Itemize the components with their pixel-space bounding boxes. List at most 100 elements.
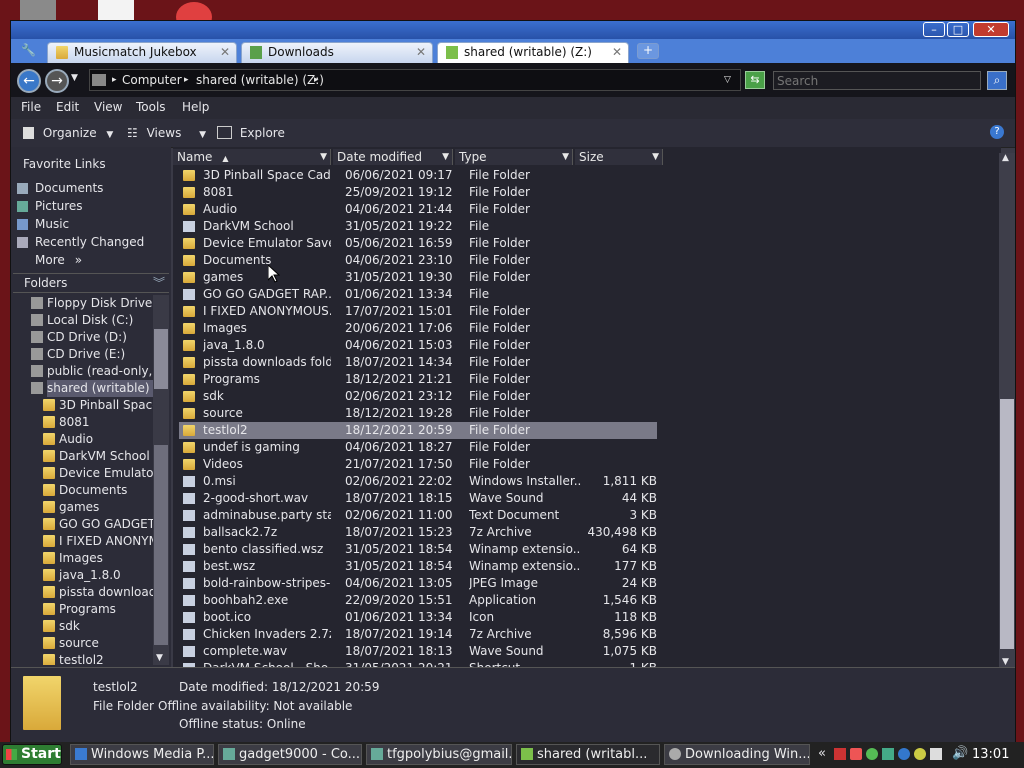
tree-item[interactable]: DarkVM School [43, 448, 153, 465]
tree-item[interactable]: source [43, 635, 153, 652]
breadcrumb-shared[interactable]: shared (writable) (Z:) [196, 70, 324, 90]
tray-expand-icon[interactable]: « [818, 746, 826, 761]
menu-file[interactable]: File [21, 100, 41, 114]
file-row[interactable]: Images 20/06/2021 17:06 File Folder [179, 320, 657, 337]
file-row[interactable]: Programs 18/12/2021 21:21 File Folder [179, 371, 657, 388]
organize-button[interactable]: Organize ▼ [23, 126, 113, 140]
taskbar-windows-media-player[interactable]: Windows Media P... [70, 744, 214, 765]
tree-item[interactable]: games [43, 499, 153, 516]
favorite-recently-changed[interactable]: Recently Changed [17, 235, 144, 249]
chevron-down-icon[interactable]: ▼ [562, 149, 569, 165]
file-row[interactable]: 2-good-short.wav 18/07/2021 18:15 Wave Sou… [179, 490, 657, 507]
column-name[interactable]: Name ▲ ▼ [173, 149, 331, 165]
search-button[interactable]: ⌕ [987, 71, 1007, 90]
file-row[interactable]: I FIXED ANONYMOUS... 17/07/2021 15:01 File… [179, 303, 657, 320]
file-row[interactable]: boohbah2.exe 22/09/2020 15:51 Application 1… [179, 592, 657, 609]
tab-downloads[interactable]: Downloads ✕ [241, 42, 433, 63]
file-row[interactable]: 8081 25/09/2021 19:12 File Folder [179, 184, 657, 201]
file-row[interactable]: Videos 21/07/2021 17:50 File Folder [179, 456, 657, 473]
tree-scrollbar[interactable]: ▼ [153, 295, 169, 665]
favorite-music[interactable]: Music [17, 217, 69, 231]
file-row[interactable]: testlol2 18/12/2021 20:59 File Folder [179, 422, 657, 439]
tree-scrollbar-thumb[interactable] [154, 329, 168, 389]
tree-item[interactable]: Programs [43, 601, 153, 618]
file-list-scrollbar[interactable]: ▲ ▼ [999, 153, 1015, 667]
breadcrumb-separator-icon[interactable]: ▸ [112, 70, 117, 90]
views-button[interactable]: ☷ Views ▼ [127, 126, 206, 140]
tree-item[interactable]: 8081 [43, 414, 153, 431]
address-dropdown-icon[interactable]: ▽ [724, 70, 731, 90]
start-button[interactable]: Start [2, 744, 62, 765]
back-button[interactable]: ← [17, 69, 41, 93]
refresh-button[interactable]: ⇆ [745, 71, 765, 89]
file-row[interactable]: games 31/05/2021 19:30 File Folder [179, 269, 657, 286]
tray-network-icon[interactable] [882, 748, 894, 760]
file-row[interactable]: sdk 02/06/2021 23:12 File Folder [179, 388, 657, 405]
breadcrumb-computer[interactable]: Computer [122, 70, 182, 90]
menu-edit[interactable]: Edit [56, 100, 79, 114]
tab-shared-writable[interactable]: shared (writable) (Z:) ✕ [437, 42, 629, 63]
file-row[interactable]: 0.msi 02/06/2021 22:02 Windows Installer..… [179, 473, 657, 490]
tree-item[interactable]: java_1.8.0 [43, 567, 153, 584]
tree-item[interactable]: pissta downloads [43, 584, 153, 601]
tab-musicmatch-jukebox[interactable]: Musicmatch Jukebox ✕ [47, 42, 237, 63]
file-row[interactable]: Chicken Invaders 2.7z 18/07/2021 19:14 7z … [179, 626, 657, 643]
file-row[interactable]: DarkVM School - Sho... 31/05/2021 20:21 Sh… [179, 660, 657, 667]
help-icon[interactable]: ? [990, 125, 1004, 139]
column-date-modified[interactable]: Date modified ▼ [333, 149, 453, 165]
file-row[interactable]: Documents 04/06/2021 23:10 File Folder [179, 252, 657, 269]
close-tab-icon[interactable]: ✕ [612, 43, 622, 62]
tree-item[interactable]: Device Emulator [43, 465, 153, 482]
tree-item[interactable]: Local Disk (C:) [31, 312, 153, 329]
close-tab-icon[interactable]: ✕ [416, 43, 426, 62]
chevron-down-icon[interactable]: ▼ [652, 149, 659, 165]
column-type[interactable]: Type ▼ [455, 149, 573, 165]
close-button[interactable]: ✕ [973, 22, 1009, 37]
tree-item[interactable]: sdk [43, 618, 153, 635]
taskbar-shared-writable[interactable]: shared (writabl... [516, 744, 660, 765]
tree-scrollbar-thumb-lower[interactable] [154, 445, 168, 645]
tree-item[interactable]: Images [43, 550, 153, 567]
tree-item[interactable]: CD Drive (E:) [31, 346, 153, 363]
scroll-down-icon[interactable]: ▼ [1002, 657, 1009, 667]
chevron-down-icon[interactable]: ︾ [153, 274, 165, 292]
file-row[interactable]: 3D Pinball Space Cadet 06/06/2021 09:17 Fi… [179, 167, 657, 184]
tree-item[interactable]: I FIXED ANONYM [43, 533, 153, 550]
close-tab-icon[interactable]: ✕ [220, 43, 230, 62]
tray-volume-icon[interactable]: 🔊 [952, 746, 968, 761]
breadcrumb-separator-icon[interactable]: ▸ [314, 70, 319, 90]
explore-button[interactable]: Explore [217, 126, 285, 140]
scroll-down-icon[interactable]: ▼ [156, 653, 163, 663]
file-row[interactable]: DarkVM School 31/05/2021 19:22 File [179, 218, 657, 235]
tree-item[interactable]: GO GO GADGET [43, 516, 153, 533]
tree-item[interactable]: Audio [43, 431, 153, 448]
favorite-more[interactable]: More» [35, 253, 82, 267]
file-row[interactable]: pissta downloads folder 18/07/2021 14:34 F… [179, 354, 657, 371]
tray-display-icon[interactable] [914, 748, 926, 760]
tray-power-icon[interactable] [930, 748, 942, 760]
favorite-pictures[interactable]: Pictures [17, 199, 83, 213]
address-field[interactable]: ▸ Computer ▸ shared (writable) (Z:) ▸ ▽ [89, 69, 741, 91]
tree-item[interactable]: Floppy Disk Drive ( [31, 295, 153, 312]
tree-item[interactable]: testlol2 [43, 652, 153, 665]
file-row[interactable]: Audio 04/06/2021 21:44 File Folder [179, 201, 657, 218]
menu-view[interactable]: View [94, 100, 122, 114]
favorite-documents[interactable]: Documents [17, 181, 103, 195]
tray-shield-icon[interactable] [834, 748, 846, 760]
search-input[interactable] [773, 71, 981, 90]
folders-heading[interactable]: Folders ︾ [13, 273, 169, 293]
file-row[interactable]: Device Emulator Save... 05/06/2021 16:59 F… [179, 235, 657, 252]
file-row[interactable]: best.wsz 31/05/2021 18:54 Winamp extensio.… [179, 558, 657, 575]
tray-bluetooth-icon[interactable] [898, 748, 910, 760]
file-row[interactable]: adminabuse.party stan... 02/06/2021 11:00… [179, 507, 657, 524]
file-row[interactable]: ballsack2.7z 18/07/2021 15:23 7z Archive 43… [179, 524, 657, 541]
tray-security-icon[interactable] [850, 748, 862, 760]
scroll-up-icon[interactable]: ▲ [1002, 153, 1009, 163]
chevron-down-icon[interactable]: ▼ [442, 149, 449, 165]
new-tab-button[interactable]: + [637, 43, 659, 59]
tree-item[interactable]: CD Drive (D:) [31, 329, 153, 346]
tree-item[interactable]: 3D Pinball Space [43, 397, 153, 414]
tray-user-icon[interactable] [866, 748, 878, 760]
menu-help[interactable]: Help [182, 100, 209, 114]
breadcrumb-separator-icon[interactable]: ▸ [184, 70, 189, 90]
